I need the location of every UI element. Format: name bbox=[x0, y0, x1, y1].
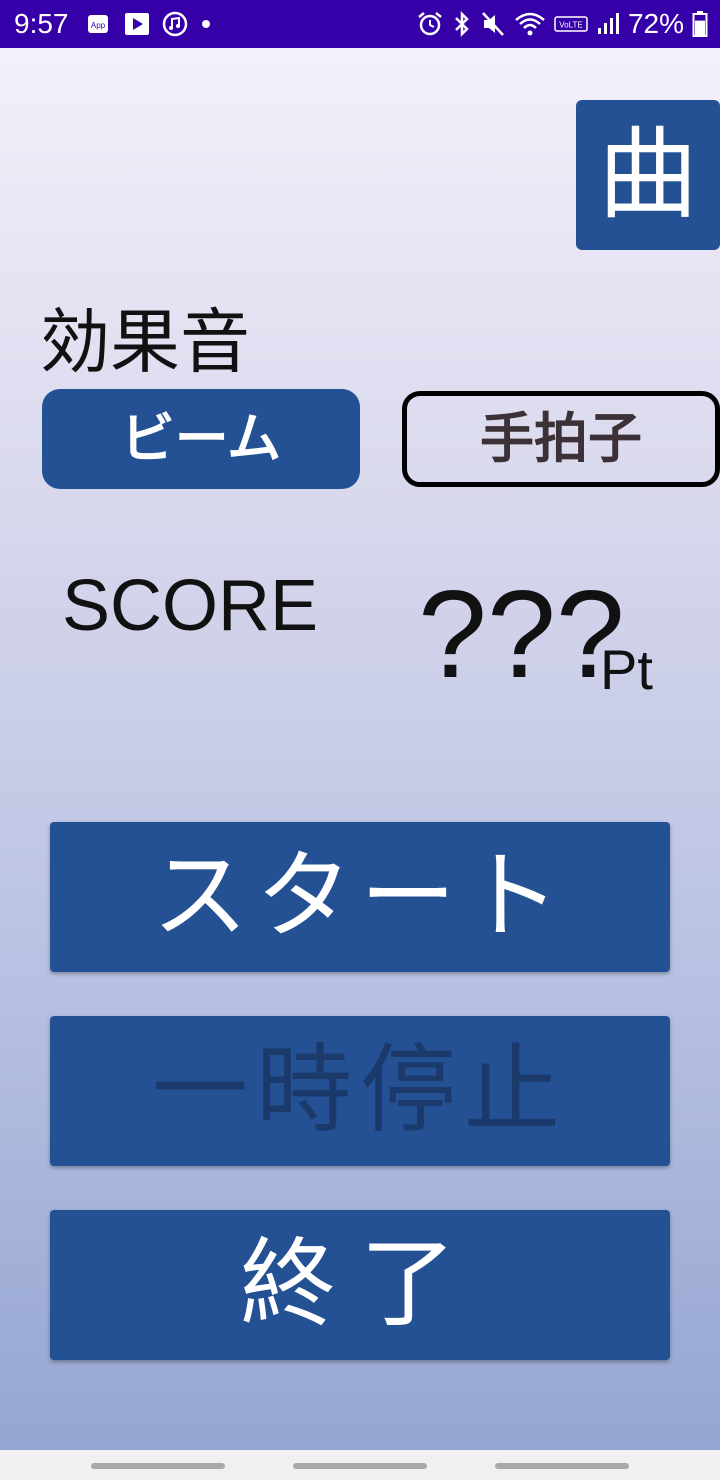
more-dot-icon bbox=[202, 20, 210, 28]
nav-home-handle[interactable] bbox=[293, 1463, 427, 1469]
volte-text: VoLTE bbox=[559, 21, 582, 30]
sound-effect-clap-button[interactable]: 手拍子 bbox=[402, 391, 720, 487]
alarm-icon bbox=[418, 12, 442, 36]
status-left-icons: App bbox=[86, 10, 212, 38]
song-select-label: 曲 bbox=[598, 119, 698, 231]
score-value: ??? bbox=[418, 566, 625, 704]
sound-effect-label: 効果音 bbox=[40, 301, 250, 383]
app-notification-icon: App bbox=[88, 15, 108, 33]
song-select-button[interactable]: 曲 bbox=[576, 100, 720, 250]
app-notification-text: App bbox=[91, 21, 106, 30]
battery-percent: 72% bbox=[627, 8, 684, 39]
wifi-icon bbox=[515, 12, 545, 36]
status-bar: 9:57 App VoLTE 72% bbox=[0, 0, 720, 48]
play-store-icon bbox=[125, 13, 149, 35]
bluetooth-icon bbox=[455, 10, 469, 38]
score-label: SCORE bbox=[62, 566, 319, 646]
signal-icon bbox=[597, 13, 619, 34]
sound-effect-beam-button[interactable]: ビーム bbox=[42, 389, 360, 489]
status-right-icons: VoLTE 72% bbox=[416, 8, 708, 40]
nav-recent-apps-handle[interactable] bbox=[91, 1463, 225, 1469]
nav-back-handle[interactable] bbox=[495, 1463, 629, 1469]
end-button[interactable]: 終了 bbox=[50, 1210, 670, 1360]
pause-button[interactable]: 一時停止 bbox=[50, 1016, 670, 1166]
start-button[interactable]: スタート bbox=[50, 822, 670, 972]
mute-icon bbox=[482, 12, 504, 36]
battery-icon bbox=[692, 11, 708, 37]
navigation-bar bbox=[0, 1450, 720, 1480]
volte-icon: VoLTE bbox=[554, 16, 588, 32]
music-app-icon bbox=[162, 11, 188, 37]
app-main-area: 曲 効果音 ビーム 手拍子 SCORE ??? Pt スタート 一時停止 終了 bbox=[0, 48, 720, 1450]
status-time: 9:57 bbox=[14, 8, 69, 39]
score-unit: Pt bbox=[600, 638, 653, 701]
